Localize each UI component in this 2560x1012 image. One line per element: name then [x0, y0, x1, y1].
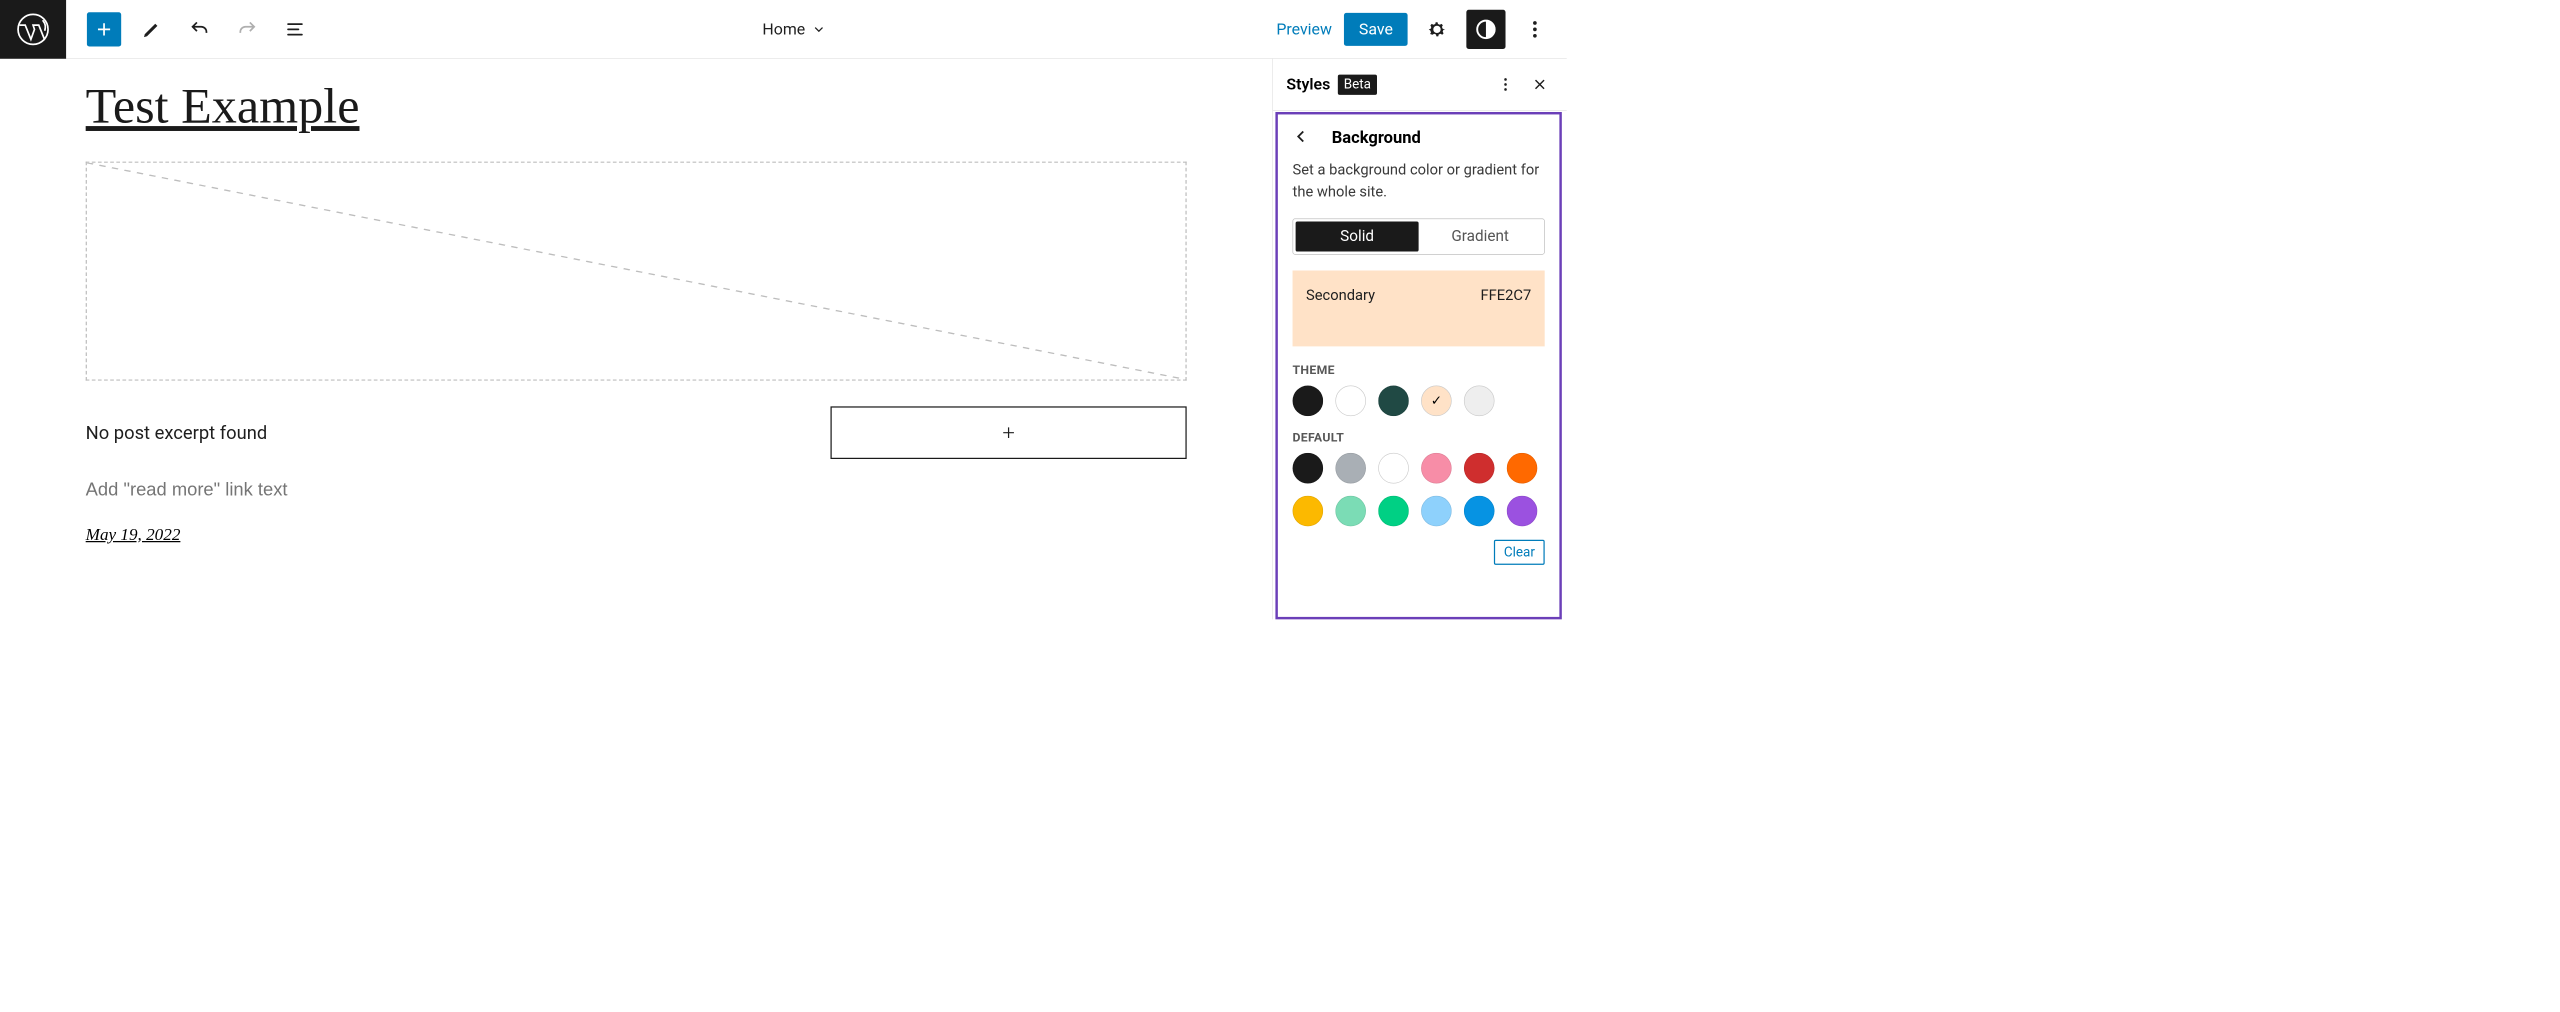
color-mode-tabs: Solid Gradient	[1293, 218, 1545, 254]
swatch-blue-light[interactable]	[1421, 496, 1452, 527]
kebab-icon	[1524, 18, 1546, 40]
wordpress-icon	[16, 12, 50, 46]
panel-breadcrumb: Background	[1293, 128, 1545, 148]
styles-icon	[1474, 17, 1497, 40]
read-more-input[interactable]	[86, 480, 1187, 501]
document-switcher[interactable]: Home	[312, 20, 1276, 38]
swatch-black[interactable]	[1293, 453, 1324, 484]
wordpress-logo[interactable]	[0, 0, 66, 58]
sidebar: Styles Beta Background Set a background …	[1273, 59, 1567, 620]
panel-title: Background	[1332, 128, 1421, 148]
swatch-red[interactable]	[1464, 453, 1495, 484]
excerpt-row: No post excerpt found	[86, 406, 1187, 459]
add-block-button[interactable]	[830, 406, 1186, 459]
top-toolbar: Home Preview Save	[0, 0, 1567, 59]
main-area: Test Example No post excerpt found May 1…	[0, 59, 1567, 620]
swatch-group-label: THEME	[1293, 362, 1545, 377]
redo-button	[230, 12, 264, 46]
swatch-row	[1293, 386, 1545, 417]
clear-button[interactable]: Clear	[1494, 540, 1545, 565]
swatch-teal-dark[interactable]	[1378, 386, 1409, 417]
styles-toggle[interactable]	[1466, 9, 1505, 48]
chevron-left-icon	[1293, 128, 1310, 145]
swatch-white[interactable]	[1335, 386, 1366, 417]
swatch-group-label: DEFAULT	[1293, 430, 1545, 445]
toolbar-left-tools	[66, 12, 312, 46]
site-title[interactable]: Test Example	[86, 77, 1187, 135]
swatch-green-light[interactable]	[1335, 496, 1366, 527]
close-icon	[1531, 76, 1548, 93]
swatch-black[interactable]	[1293, 386, 1324, 417]
swatch-grey[interactable]	[1335, 453, 1366, 484]
edit-button[interactable]	[135, 12, 169, 46]
block-inserter-button[interactable]	[87, 12, 121, 46]
current-color-name: Secondary	[1306, 286, 1375, 303]
gear-icon	[1426, 18, 1448, 40]
list-view-icon	[285, 19, 306, 40]
pencil-icon	[141, 19, 162, 40]
beta-badge: Beta	[1338, 74, 1378, 94]
current-color-hex: FFE2C7	[1481, 286, 1532, 303]
placeholder-diagonal-icon	[87, 163, 1186, 380]
tab-solid[interactable]: Solid	[1296, 222, 1419, 252]
undo-button[interactable]	[182, 12, 216, 46]
document-title: Home	[762, 20, 805, 38]
editor-canvas: Test Example No post excerpt found May 1…	[0, 59, 1273, 620]
panel-description: Set a background color or gradient for t…	[1293, 159, 1545, 203]
kebab-icon	[1497, 76, 1514, 93]
tab-gradient[interactable]: Gradient	[1419, 222, 1542, 252]
swatch-purple[interactable]	[1507, 496, 1538, 527]
swatch-grey-200[interactable]	[1464, 386, 1495, 417]
swatch-pink[interactable]	[1421, 453, 1452, 484]
plus-icon	[999, 424, 1017, 442]
save-button[interactable]: Save	[1344, 13, 1407, 46]
redo-icon	[237, 19, 258, 40]
chevron-down-icon	[811, 22, 826, 37]
featured-image-placeholder[interactable]	[86, 162, 1187, 381]
sidebar-close-button[interactable]	[1526, 71, 1553, 98]
back-button[interactable]	[1293, 128, 1310, 148]
swatch-white[interactable]	[1378, 453, 1409, 484]
options-button[interactable]	[1518, 12, 1552, 46]
swatch-amber[interactable]	[1293, 496, 1324, 527]
sidebar-more-button[interactable]	[1492, 71, 1519, 98]
current-color-display[interactable]: Secondary FFE2C7	[1293, 271, 1545, 347]
plus-icon	[94, 19, 115, 40]
sidebar-header: Styles Beta	[1273, 59, 1567, 111]
sidebar-title: Styles	[1286, 75, 1330, 93]
list-view-button[interactable]	[278, 12, 312, 46]
swatch-orange[interactable]	[1507, 453, 1538, 484]
swatch-secondary[interactable]	[1421, 386, 1452, 417]
swatch-blue[interactable]	[1464, 496, 1495, 527]
swatch-green[interactable]	[1378, 496, 1409, 527]
undo-icon	[189, 19, 210, 40]
post-date[interactable]: May 19, 2022	[86, 525, 1187, 545]
preview-link[interactable]: Preview	[1276, 20, 1332, 38]
swatch-row	[1293, 453, 1545, 526]
settings-button[interactable]	[1420, 12, 1454, 46]
toolbar-right: Preview Save	[1276, 9, 1566, 48]
post-excerpt: No post excerpt found	[86, 422, 268, 443]
background-panel: Background Set a background color or gra…	[1275, 112, 1561, 619]
